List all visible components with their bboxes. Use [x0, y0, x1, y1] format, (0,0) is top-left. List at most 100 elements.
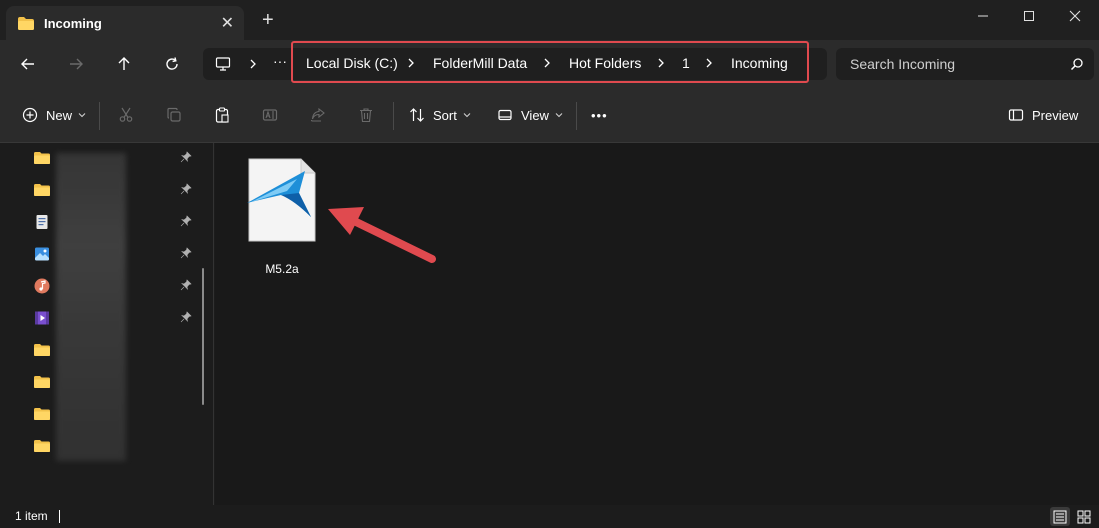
- tab-title: Incoming: [44, 15, 102, 31]
- nav-item-folder-10[interactable]: [34, 436, 204, 456]
- chevron-down-icon: [463, 113, 471, 118]
- nav-item-folder-7[interactable]: [34, 340, 204, 360]
- pin-icon[interactable]: [180, 279, 192, 291]
- toolbar-divider: [99, 102, 100, 130]
- videos-icon: [35, 311, 49, 325]
- close-icon: [1069, 10, 1081, 22]
- chevron-down-icon: [78, 113, 86, 118]
- refresh-icon: [166, 57, 178, 70]
- sort-button-label: Sort: [433, 107, 457, 123]
- arrow-up-icon: [118, 57, 130, 70]
- rename-icon: [262, 109, 278, 121]
- new-button[interactable]: New: [22, 103, 86, 127]
- cut-button[interactable]: [118, 103, 134, 127]
- nav-item-music[interactable]: [34, 276, 204, 296]
- red-arrow-icon: [328, 207, 436, 263]
- preview-pane-icon: [1008, 109, 1024, 121]
- breadcrumb-overflow[interactable]: ···: [273, 53, 287, 69]
- new-tab-button[interactable]: +: [262, 10, 274, 30]
- nav-item-documents[interactable]: [34, 212, 204, 232]
- search-input[interactable]: Search Incoming: [850, 56, 955, 72]
- delete-button[interactable]: [358, 103, 374, 127]
- maximize-button[interactable]: [1006, 4, 1052, 28]
- pin-icon[interactable]: [180, 215, 192, 227]
- minimize-icon: [978, 15, 988, 17]
- up-button[interactable]: [112, 52, 136, 76]
- sort-button[interactable]: Sort: [409, 103, 471, 127]
- breadcrumb-foldermill-data[interactable]: FolderMill Data: [433, 55, 527, 71]
- nav-item-folder-8[interactable]: [34, 372, 204, 392]
- refresh-button[interactable]: [160, 52, 184, 76]
- view-button-label: View: [521, 107, 549, 123]
- title-bar: Incoming ✕ +: [0, 0, 1099, 40]
- breadcrumb-local-disk[interactable]: Local Disk (C:): [306, 55, 398, 71]
- forward-button[interactable]: [64, 52, 88, 76]
- pin-icon[interactable]: [180, 311, 192, 323]
- chevron-right-icon: [408, 58, 414, 68]
- pictures-icon: [35, 247, 49, 261]
- item-count: 1 item: [15, 509, 48, 523]
- close-tab-icon[interactable]: ✕: [221, 13, 234, 33]
- nav-item-videos[interactable]: [34, 308, 204, 328]
- view-icon: [498, 109, 512, 121]
- tab-incoming[interactable]: Incoming ✕: [6, 6, 244, 40]
- nav-item-quick-access-2[interactable]: [34, 180, 204, 200]
- pin-icon[interactable]: [180, 151, 192, 163]
- tiles-view-icon: [1077, 510, 1091, 523]
- chevron-down-icon: [555, 113, 563, 118]
- arrow-left-icon: [21, 58, 34, 70]
- tiles-view-button[interactable]: [1074, 507, 1094, 526]
- nav-item-folder-9[interactable]: [34, 404, 204, 424]
- breadcrumb-hot-folders[interactable]: Hot Folders: [569, 55, 641, 71]
- back-button[interactable]: [16, 52, 40, 76]
- rename-button[interactable]: [262, 103, 278, 127]
- folder-icon: [34, 376, 50, 388]
- chevron-right-icon: [658, 58, 664, 68]
- maximize-icon: [1024, 11, 1034, 21]
- foldermill-file-icon: [247, 158, 316, 242]
- preview-button-label: Preview: [1032, 107, 1079, 123]
- chevron-right-icon: [544, 58, 550, 68]
- breadcrumb-incoming[interactable]: Incoming: [731, 55, 788, 71]
- search-icon: [1070, 58, 1083, 71]
- share-icon: [310, 107, 325, 122]
- details-view-icon: [1053, 510, 1067, 523]
- folder-icon: [34, 344, 50, 356]
- address-bar: ··· Local Disk (C:) FolderMill Data Hot …: [0, 40, 1099, 88]
- minimize-button[interactable]: [960, 4, 1006, 28]
- sort-icon: [410, 108, 424, 122]
- details-view-button[interactable]: [1050, 507, 1070, 526]
- clipboard-icon: [215, 107, 229, 123]
- share-button[interactable]: [310, 103, 326, 127]
- preview-button[interactable]: Preview: [1008, 103, 1078, 127]
- file-list: M5.2a: [215, 143, 1099, 505]
- plus-circle-icon: [22, 107, 38, 123]
- search-box[interactable]: Search Incoming: [836, 48, 1094, 80]
- breadcrumb-1[interactable]: 1: [682, 55, 690, 71]
- chevron-right-icon: [250, 59, 256, 69]
- new-button-label: New: [46, 107, 73, 123]
- close-window-button[interactable]: [1052, 4, 1098, 28]
- document-icon: [36, 215, 48, 229]
- computer-icon: [215, 57, 231, 71]
- folder-icon: [34, 440, 50, 452]
- scissors-icon: [119, 107, 133, 122]
- trash-icon: [360, 108, 372, 123]
- command-bar: New Sort View ••• Preview: [0, 88, 1099, 143]
- folder-icon: [34, 184, 50, 196]
- status-bar: 1 item: [0, 505, 1099, 528]
- arrow-right-icon: [70, 58, 83, 70]
- pin-icon[interactable]: [180, 247, 192, 259]
- folder-icon: [34, 152, 50, 164]
- paste-button[interactable]: [214, 103, 230, 127]
- pin-icon[interactable]: [180, 183, 192, 195]
- nav-item-pictures[interactable]: [34, 244, 204, 264]
- nav-item-quick-access-1[interactable]: [34, 148, 204, 168]
- copy-button[interactable]: [166, 103, 182, 127]
- more-options-button[interactable]: •••: [591, 103, 608, 127]
- navigation-pane: [0, 143, 214, 505]
- view-button[interactable]: View: [497, 103, 563, 127]
- more-options-label: •••: [591, 107, 608, 123]
- toolbar-divider: [576, 102, 577, 130]
- navigation-scrollbar[interactable]: [202, 268, 204, 405]
